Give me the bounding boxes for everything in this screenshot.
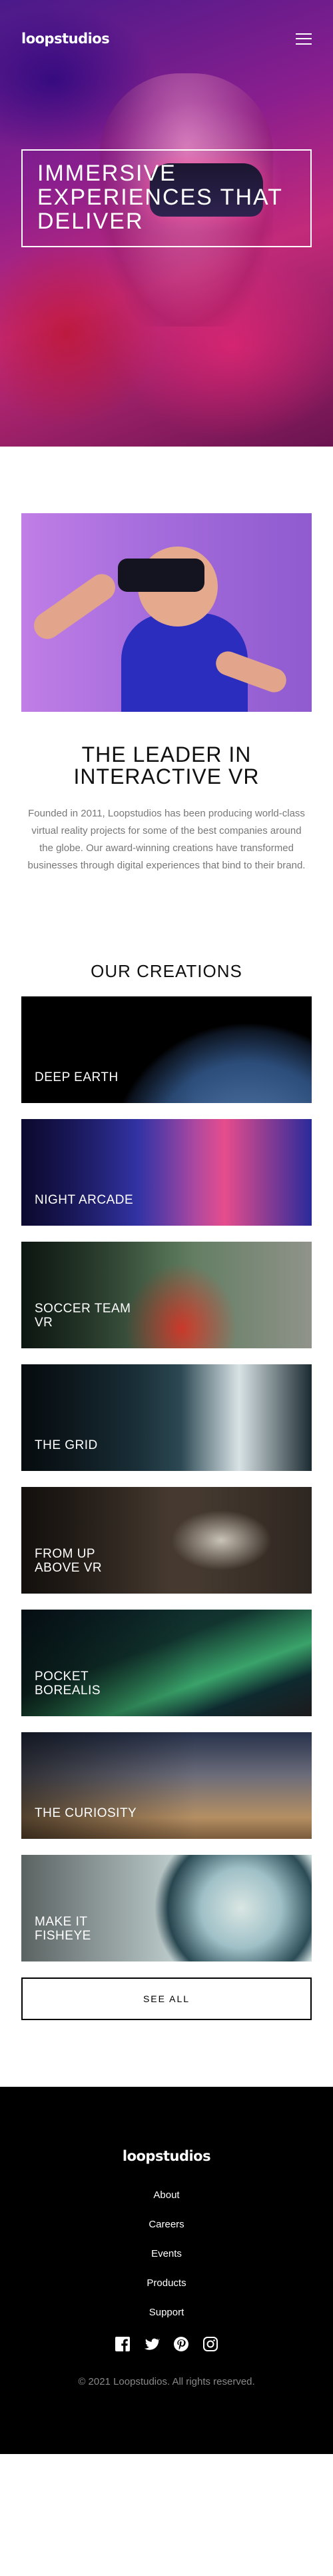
hero-headline: Immersive experiences that deliver <box>37 161 283 234</box>
menu-icon-bar <box>296 33 312 35</box>
footer: loopstudios About Careers Events Product… <box>0 2087 333 2454</box>
creation-title: The Curiosity <box>35 1806 137 1820</box>
card-overlay <box>21 1364 312 1471</box>
top-navbar: loopstudios <box>21 25 312 52</box>
footer-link-careers[interactable]: Careers <box>0 2219 333 2230</box>
creation-card-make-it-fisheye[interactable]: Make It Fisheye <box>21 1855 312 1961</box>
creation-card-night-arcade[interactable]: Night Arcade <box>21 1119 312 1226</box>
creation-title: From Up Above VR <box>35 1547 103 1575</box>
menu-icon-bar <box>296 38 312 39</box>
creation-title: Night Arcade <box>35 1193 134 1207</box>
footer-link-events[interactable]: Events <box>0 2248 333 2259</box>
copyright-text: © 2021 Loopstudios. All rights reserved. <box>78 2376 255 2387</box>
creation-card-pocket-borealis[interactable]: Pocket Borealis <box>21 1610 312 1716</box>
creation-title: Make It Fisheye <box>35 1915 91 1943</box>
pinterest-icon[interactable] <box>173 2336 189 2352</box>
card-overlay <box>21 1487 312 1594</box>
hero-section: loopstudios Immersive experiences that d… <box>0 0 333 447</box>
footer-nav: About Careers Events Products Support <box>0 2189 333 2318</box>
vr-man-image <box>21 513 312 712</box>
social-icons <box>0 2336 333 2352</box>
footer-logo[interactable]: loopstudios <box>123 2148 211 2164</box>
instagram-icon[interactable] <box>202 2336 218 2352</box>
card-overlay <box>21 1242 312 1348</box>
footer-link-about[interactable]: About <box>0 2189 333 2201</box>
creations-heading: Our creations <box>91 961 242 981</box>
interactive-section: The leader in interactive VR Founded in … <box>0 447 333 874</box>
card-overlay <box>21 1610 312 1716</box>
creation-title: The Grid <box>35 1438 98 1452</box>
creation-card-the-curiosity[interactable]: The Curiosity <box>21 1732 312 1839</box>
see-all-button[interactable]: See all <box>21 1977 312 2020</box>
menu-icon[interactable] <box>296 33 312 45</box>
footer-link-support[interactable]: Support <box>0 2307 333 2318</box>
twitter-icon[interactable] <box>144 2336 160 2352</box>
facebook-icon[interactable] <box>115 2336 131 2352</box>
card-overlay <box>21 1732 312 1839</box>
brand-logo[interactable]: loopstudios <box>21 31 110 47</box>
interactive-heading: The leader in interactive VR <box>73 742 260 788</box>
vr-image-headset <box>118 559 204 592</box>
hero-headline-box: Immersive experiences that deliver <box>21 149 312 247</box>
interactive-body: Founded in 2011, Loopstudios has been pr… <box>27 808 306 871</box>
card-overlay <box>21 1119 312 1226</box>
creations-section: Our creations Deep Earth Night Arcade So… <box>0 874 333 2020</box>
footer-link-products[interactable]: Products <box>0 2277 333 2289</box>
creation-card-from-up-above-vr[interactable]: From Up Above VR <box>21 1487 312 1594</box>
card-overlay <box>21 1855 312 1961</box>
creation-title: Deep Earth <box>35 1070 119 1084</box>
creation-title: Soccer Team VR <box>35 1302 131 1330</box>
vr-image-arm <box>29 569 121 644</box>
creation-card-the-grid[interactable]: The Grid <box>21 1364 312 1471</box>
creation-card-soccer-team-vr[interactable]: Soccer Team VR <box>21 1242 312 1348</box>
menu-icon-bar <box>296 43 312 45</box>
card-overlay <box>21 996 312 1103</box>
creation-title: Pocket Borealis <box>35 1670 101 1698</box>
creation-card-deep-earth[interactable]: Deep Earth <box>21 996 312 1103</box>
